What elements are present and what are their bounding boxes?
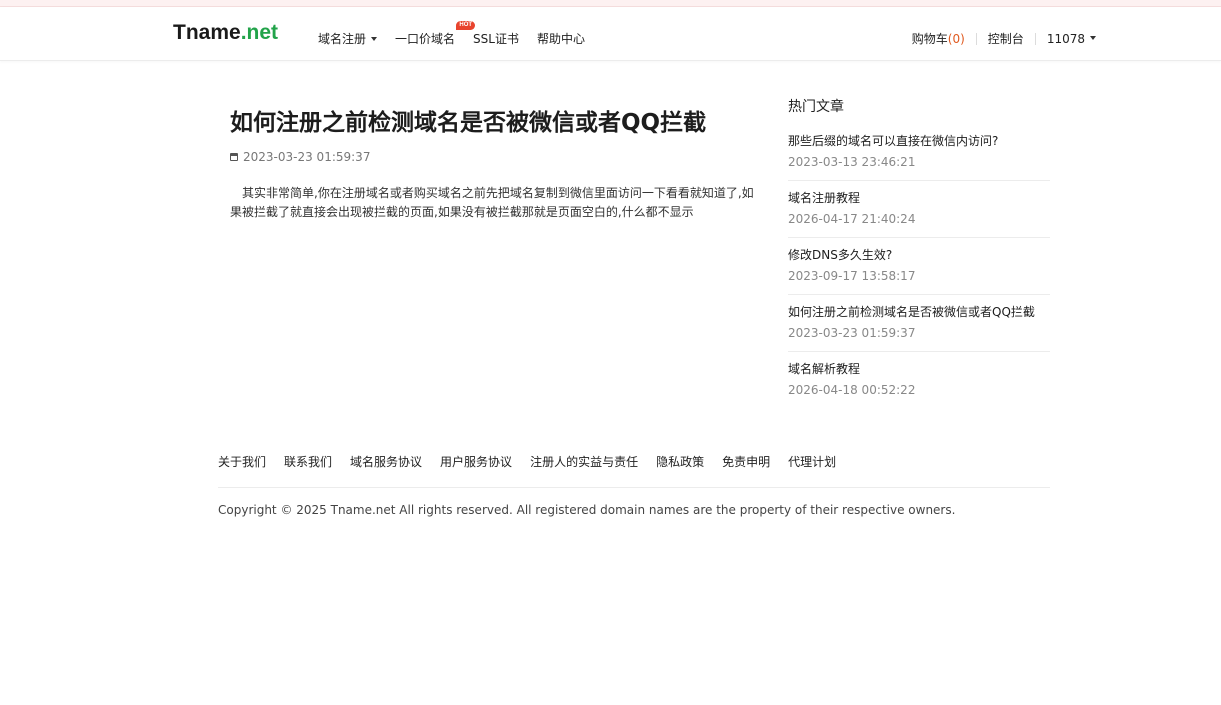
list-item[interactable]: 如何注册之前检测域名是否被微信或者QQ拦截 2023-03-23 01:59:3… xyxy=(788,295,1050,352)
footer-link-privacy[interactable]: 隐私政策 xyxy=(656,453,704,470)
nav-help-label: 帮助中心 xyxy=(536,32,585,46)
footer-link-user-agreement[interactable]: 用户服务协议 xyxy=(440,453,512,470)
article: 如何注册之前检测域名是否被微信或者QQ拦截 2023-03-23 01:59:3… xyxy=(230,108,760,222)
hot-articles-sidebar: 热门文章 那些后缀的域名可以直接在微信内访问? 2023-03-13 23:46… xyxy=(788,96,1050,408)
footer-link-contact[interactable]: 联系我们 xyxy=(284,453,332,470)
logo-name: Tname xyxy=(173,21,241,44)
list-item[interactable]: 域名注册教程 2026-04-17 21:40:24 xyxy=(788,181,1050,238)
hot-item-title[interactable]: 域名注册教程 xyxy=(788,190,1050,206)
hot-item-title[interactable]: 如何注册之前检测域名是否被微信或者QQ拦截 xyxy=(788,304,1050,320)
logo-tld: .net xyxy=(240,21,279,44)
nav-fixed-price-domains[interactable]: 一口价域名 HOT xyxy=(395,21,476,47)
cart-link[interactable]: 购物车(0) xyxy=(912,30,965,47)
footer-links: 关于我们 联系我们 域名服务协议 用户服务协议 注册人的实益与责任 隐私政策 免… xyxy=(218,453,854,470)
hot-item-date: 2023-03-13 23:46:21 xyxy=(788,155,916,169)
copyright: Copyright © 2025 Tname.net All rights re… xyxy=(218,503,956,517)
article-body: 其实非常简单,你在注册域名或者购买域名之前先把域名复制到微信里面访问一下看看就知… xyxy=(230,186,754,219)
list-item[interactable]: 那些后缀的域名可以直接在微信内访问? 2023-03-13 23:46:21 xyxy=(788,128,1050,181)
article-title: 如何注册之前检测域名是否被微信或者QQ拦截 xyxy=(230,110,707,136)
footer-link-about[interactable]: 关于我们 xyxy=(218,453,266,470)
console-link[interactable]: 控制台 xyxy=(988,30,1024,47)
footer-link-registrant-rights[interactable]: 注册人的实益与责任 xyxy=(530,453,638,470)
chevron-down-icon xyxy=(371,36,378,41)
list-item[interactable]: 域名解析教程 2026-04-18 00:52:22 xyxy=(788,352,1050,408)
hot-item-date: 2026-04-18 00:52:22 xyxy=(788,383,916,397)
footer-link-disclaimer[interactable]: 免责申明 xyxy=(722,453,770,470)
hot-item-date: 2023-09-17 13:58:17 xyxy=(788,269,916,283)
cart-label: 购物车 xyxy=(911,32,948,46)
user-nav: 购物车(0) 控制台 11078 xyxy=(912,30,1096,47)
nav-help-center[interactable]: 帮助中心 xyxy=(537,30,585,47)
list-item[interactable]: 修改DNS多久生效? 2023-09-17 13:58:17 xyxy=(788,238,1050,295)
hot-item-title[interactable]: 修改DNS多久生效? xyxy=(788,247,1050,263)
nav-divider xyxy=(1034,32,1036,45)
nav-domain-register[interactable]: 域名注册 xyxy=(318,30,378,47)
article-date: 2023-03-23 01:59:37 xyxy=(243,150,371,164)
user-label: 11078 xyxy=(1046,31,1085,46)
nav-domain-register-label: 域名注册 xyxy=(318,32,367,46)
hot-item-date: 2023-03-23 01:59:37 xyxy=(788,326,916,340)
chevron-down-icon xyxy=(1090,36,1096,40)
nav-ssl-label: SSL证书 xyxy=(473,32,519,46)
user-menu[interactable]: 11078 xyxy=(1047,32,1096,46)
hot-badge: HOT xyxy=(456,21,476,30)
main-nav: 域名注册 一口价域名 HOT SSL证书 帮助中心 xyxy=(318,21,603,47)
calendar-icon xyxy=(230,153,238,161)
footer-link-domain-agreement[interactable]: 域名服务协议 xyxy=(350,453,422,470)
site-header: Tname.net 域名注册 一口价域名 HOT SSL证书 帮助中心 购物车(… xyxy=(0,7,1221,61)
footer-divider xyxy=(218,487,1050,488)
cart-count: (0) xyxy=(947,32,965,46)
nav-divider xyxy=(975,32,977,45)
hot-item-title[interactable]: 域名解析教程 xyxy=(788,361,1050,377)
hot-item-date: 2026-04-17 21:40:24 xyxy=(788,212,916,226)
sidebar-title: 热门文章 xyxy=(788,99,844,115)
hot-item-title[interactable]: 那些后缀的域名可以直接在微信内访问? xyxy=(788,133,1050,149)
footer-link-agent-program[interactable]: 代理计划 xyxy=(788,453,836,470)
nav-ssl[interactable]: SSL证书 xyxy=(473,30,519,47)
top-strip xyxy=(0,0,1221,7)
site-logo[interactable]: Tname.net xyxy=(173,21,278,45)
nav-fixed-price-label: 一口价域名 xyxy=(395,32,456,46)
article-meta: 2023-03-23 01:59:37 xyxy=(230,150,760,164)
